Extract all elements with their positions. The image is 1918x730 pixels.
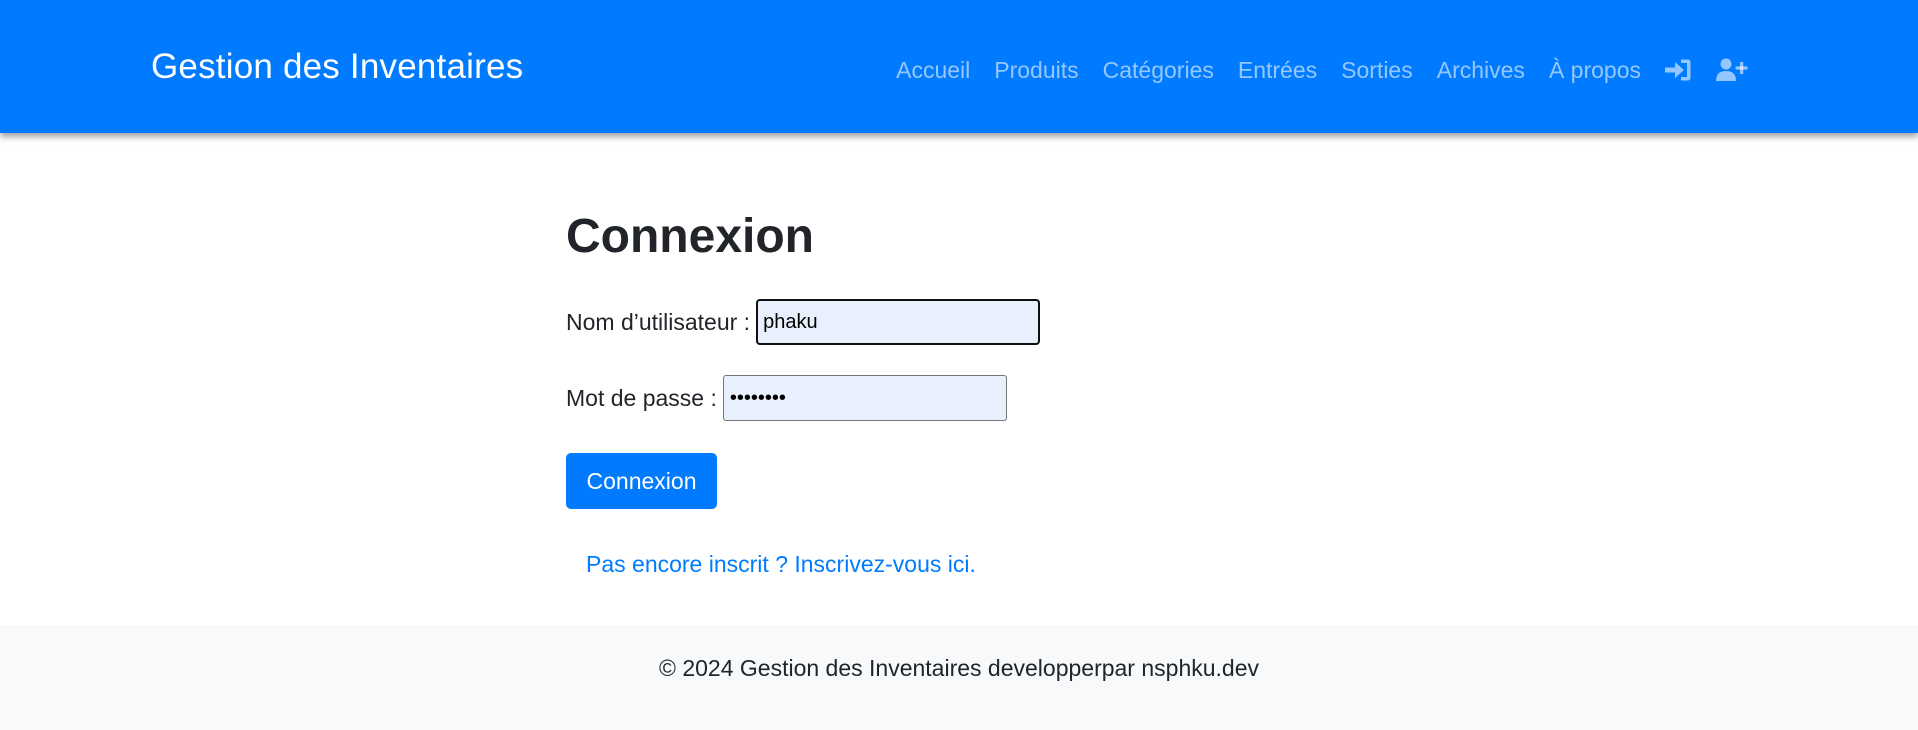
nav-links: Accueil Produits Catégories Entrées Sort… bbox=[884, 50, 1760, 90]
username-input[interactable] bbox=[756, 299, 1041, 345]
username-label: Nom d’utilisateur : bbox=[566, 308, 751, 335]
page-title: Connexion bbox=[566, 210, 814, 263]
nav-link-archives[interactable]: Archives bbox=[1425, 57, 1537, 84]
login-button[interactable]: Connexion bbox=[566, 453, 717, 509]
footer: © 2024 Gestion des Inventaires developpe… bbox=[0, 625, 1918, 730]
user-plus-icon[interactable] bbox=[1704, 58, 1760, 82]
navbar: Gestion des Inventaires Accueil Produits… bbox=[0, 0, 1918, 133]
username-row: Nom d’utilisateur : bbox=[566, 299, 1041, 345]
nav-link-a-propos[interactable]: À propos bbox=[1537, 57, 1653, 84]
register-link[interactable]: Pas encore inscrit ? Inscrivez-vous ici. bbox=[586, 551, 976, 578]
password-row: Mot de passe : bbox=[566, 375, 1007, 421]
password-label: Mot de passe : bbox=[566, 384, 717, 411]
nav-link-accueil[interactable]: Accueil bbox=[884, 57, 982, 84]
nav-link-entrees[interactable]: Entrées bbox=[1226, 57, 1329, 84]
navbar-brand[interactable]: Gestion des Inventaires bbox=[151, 47, 523, 87]
footer-text: © 2024 Gestion des Inventaires developpe… bbox=[659, 655, 1259, 681]
nav-link-produits[interactable]: Produits bbox=[982, 57, 1090, 84]
sign-in-icon[interactable] bbox=[1653, 58, 1704, 82]
password-input[interactable] bbox=[722, 375, 1007, 421]
nav-link-categories[interactable]: Catégories bbox=[1091, 57, 1226, 84]
nav-link-sorties[interactable]: Sorties bbox=[1329, 57, 1425, 84]
